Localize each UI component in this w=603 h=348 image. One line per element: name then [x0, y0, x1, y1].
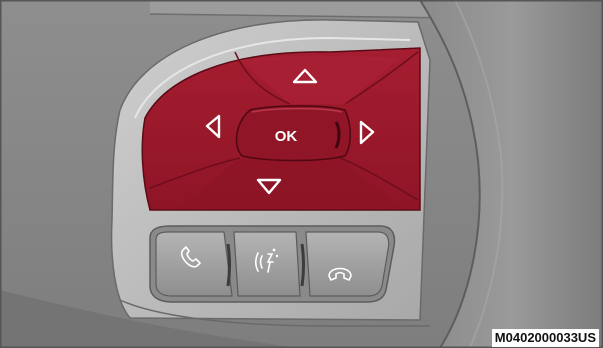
- end-call-button[interactable]: [305, 231, 390, 297]
- right-arrow-button[interactable]: [350, 108, 390, 153]
- up-arrow-button[interactable]: [280, 60, 330, 100]
- left-arrow-button[interactable]: [195, 105, 235, 150]
- image-code-label: M0402000033US: [491, 329, 599, 347]
- voice-recognition-button[interactable]: [233, 231, 301, 297]
- ok-label: OK: [275, 128, 298, 145]
- button-divider: [226, 243, 231, 287]
- steering-wheel-controls-illustration: OK M0402000033US: [0, 0, 603, 348]
- down-arrow-button[interactable]: [245, 168, 300, 203]
- phone-button[interactable]: [155, 231, 233, 297]
- button-divider: [300, 243, 305, 287]
